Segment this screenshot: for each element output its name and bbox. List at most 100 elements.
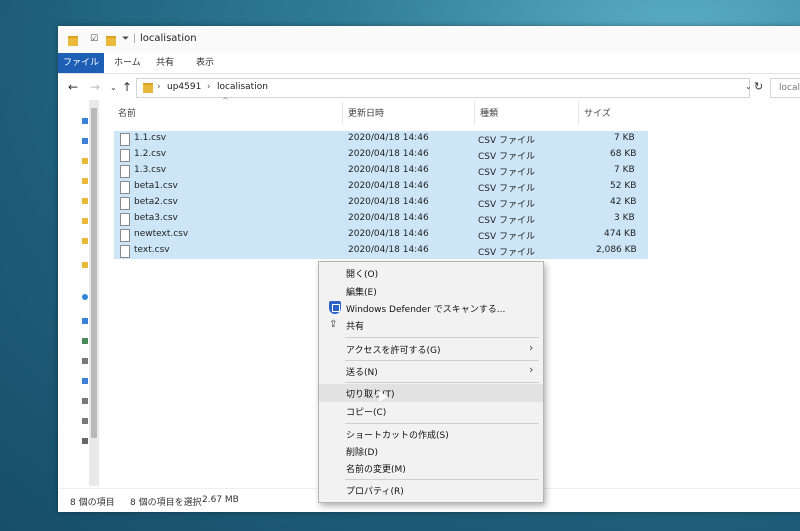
- folder-icon[interactable]: [82, 158, 88, 164]
- column-header-modified[interactable]: 更新日時: [348, 106, 384, 119]
- drive-icon[interactable]: [82, 358, 88, 364]
- table-row[interactable]: text.csv 2020/04/18 14:46 CSV ファイル 2,086…: [114, 243, 648, 259]
- onedrive-icon[interactable]: [82, 294, 88, 300]
- table-row[interactable]: beta1.csv 2020/04/18 14:46 CSV ファイル 52 K…: [114, 179, 648, 195]
- chevron-right-icon[interactable]: ›: [157, 82, 161, 92]
- column-header-name[interactable]: 名前: [118, 106, 136, 119]
- table-row[interactable]: 1.1.csv 2020/04/18 14:46 CSV ファイル 7 KB: [114, 131, 648, 147]
- csv-file-icon: [120, 181, 130, 194]
- file-name: newtext.csv: [134, 229, 189, 239]
- csv-file-icon: [120, 133, 130, 146]
- menu-item-label: Windows Defender でスキャンする...: [346, 305, 506, 315]
- menu-item-give-access[interactable]: アクセスを許可する(G) ›: [319, 340, 543, 358]
- folder-icon[interactable]: [82, 262, 88, 268]
- table-row[interactable]: beta2.csv 2020/04/18 14:46 CSV ファイル 42 K…: [114, 195, 648, 211]
- file-type: CSV ファイル: [478, 248, 536, 258]
- ribbon: ファイル ホーム 共有 表示: [58, 53, 800, 74]
- menu-item-label: ショートカットの作成(S): [346, 431, 449, 441]
- sort-up-icon: ^: [222, 96, 229, 105]
- menu-item-share[interactable]: ⇪ 共有: [319, 316, 543, 334]
- address-box[interactable]: › up4591 › localisation: [136, 78, 750, 98]
- new-folder-icon[interactable]: [106, 36, 116, 46]
- breadcrumb-localisation[interactable]: localisation: [217, 82, 268, 92]
- file-size: 52 KB: [610, 181, 637, 191]
- tab-file[interactable]: ファイル: [58, 53, 104, 73]
- folder-icon[interactable]: [82, 198, 88, 204]
- address-bar-row: ← → ⌄ ↑ › up4591 › localisation ⌄ ↻ loca…: [58, 74, 800, 100]
- search-input[interactable]: locali: [770, 78, 800, 98]
- column-header-type[interactable]: 種類: [480, 106, 498, 119]
- pc-icon[interactable]: [82, 318, 88, 324]
- selected-size: 2.67 MB: [202, 495, 239, 505]
- address-dropdown-icon[interactable]: ⌄: [745, 82, 752, 91]
- menu-item-label: 名前の変更(M): [346, 465, 406, 475]
- menu-item-label: コピー(C): [346, 408, 387, 418]
- menu-item-edit[interactable]: 編集(E): [319, 282, 543, 300]
- quick-access-icon[interactable]: [82, 118, 88, 124]
- network-icon[interactable]: [82, 438, 88, 444]
- file-size: 68 KB: [610, 149, 637, 159]
- menu-item-open[interactable]: 開く(O): [319, 264, 543, 282]
- menu-item-label: 開く(O): [346, 270, 379, 280]
- table-row[interactable]: beta3.csv 2020/04/18 14:46 CSV ファイル 3 KB: [114, 211, 648, 227]
- folder-icon[interactable]: [82, 178, 88, 184]
- menu-item-create-shortcut[interactable]: ショートカットの作成(S): [319, 425, 543, 443]
- up-arrow-icon[interactable]: ↑: [122, 80, 132, 94]
- table-row[interactable]: 1.2.csv 2020/04/18 14:46 CSV ファイル 68 KB: [114, 147, 648, 163]
- forward-arrow-icon[interactable]: →: [90, 80, 100, 94]
- item-count: 8 個の項目: [70, 498, 115, 508]
- menu-item-label: 共有: [346, 322, 365, 332]
- file-modified: 2020/04/18 14:46: [348, 229, 429, 239]
- drive-icon[interactable]: [82, 398, 88, 404]
- selected-count: 8 個の項目を選択: [130, 498, 202, 508]
- table-row[interactable]: newtext.csv 2020/04/18 14:46 CSV ファイル 47…: [114, 227, 648, 243]
- menu-item-defender-scan[interactable]: Windows Defender でスキャンする...: [319, 299, 543, 317]
- menu-item-copy[interactable]: コピー(C): [319, 402, 543, 420]
- file-modified: 2020/04/18 14:46: [348, 181, 429, 191]
- csv-file-icon: [120, 149, 130, 162]
- file-type: CSV ファイル: [478, 200, 536, 210]
- tab-home[interactable]: ホーム: [114, 53, 141, 73]
- back-arrow-icon[interactable]: ←: [68, 80, 78, 94]
- chevron-right-icon[interactable]: ›: [207, 82, 211, 92]
- file-modified: 2020/04/18 14:46: [348, 133, 429, 143]
- menu-item-delete[interactable]: 削除(D): [319, 442, 543, 460]
- csv-file-icon: [120, 229, 130, 242]
- file-name: 1.3.csv: [134, 165, 167, 175]
- file-modified: 2020/04/18 14:46: [348, 245, 429, 255]
- folder-icon: [68, 36, 78, 46]
- pictures-icon[interactable]: [82, 378, 88, 384]
- chevron-right-icon: ›: [529, 363, 534, 376]
- title-bar: ☑ ⏷ | localisation: [58, 26, 800, 53]
- menu-item-properties[interactable]: プロパティ(R): [319, 481, 543, 499]
- desktop-icon[interactable]: [82, 138, 88, 144]
- tab-share[interactable]: 共有: [156, 53, 174, 73]
- column-divider: [578, 102, 579, 124]
- refresh-icon[interactable]: ↻: [754, 80, 763, 93]
- folder-icon[interactable]: [82, 218, 88, 224]
- column-header-size[interactable]: サイズ: [584, 106, 611, 119]
- recent-chevron-icon[interactable]: ⌄: [110, 83, 117, 92]
- menu-item-rename[interactable]: 名前の変更(M): [319, 459, 543, 477]
- library-icon[interactable]: [82, 338, 88, 344]
- menu-item-label: 編集(E): [346, 288, 377, 298]
- properties-icon[interactable]: ☑: [90, 34, 100, 44]
- table-row[interactable]: 1.3.csv 2020/04/18 14:46 CSV ファイル 7 KB: [114, 163, 648, 179]
- folder-icon[interactable]: [82, 238, 88, 244]
- file-type: CSV ファイル: [478, 184, 536, 194]
- file-name: beta2.csv: [134, 197, 178, 207]
- menu-item-cut[interactable]: 切り取り(T): [319, 384, 543, 402]
- nav-scrollbar-thumb[interactable]: [91, 108, 97, 438]
- file-size: 2,086 KB: [596, 245, 637, 255]
- menu-item-send-to[interactable]: 送る(N) ›: [319, 362, 543, 380]
- tab-view[interactable]: 表示: [196, 53, 214, 73]
- menu-separator: [345, 337, 539, 338]
- chevron-down-icon[interactable]: ⏷: [122, 34, 132, 44]
- file-modified: 2020/04/18 14:46: [348, 213, 429, 223]
- breadcrumb-up4591[interactable]: up4591: [167, 82, 201, 92]
- file-size: 7 KB: [614, 133, 635, 143]
- file-type: CSV ファイル: [478, 216, 536, 226]
- drive-icon[interactable]: [82, 418, 88, 424]
- file-size: 7 KB: [614, 165, 635, 175]
- menu-item-label: 削除(D): [346, 448, 378, 458]
